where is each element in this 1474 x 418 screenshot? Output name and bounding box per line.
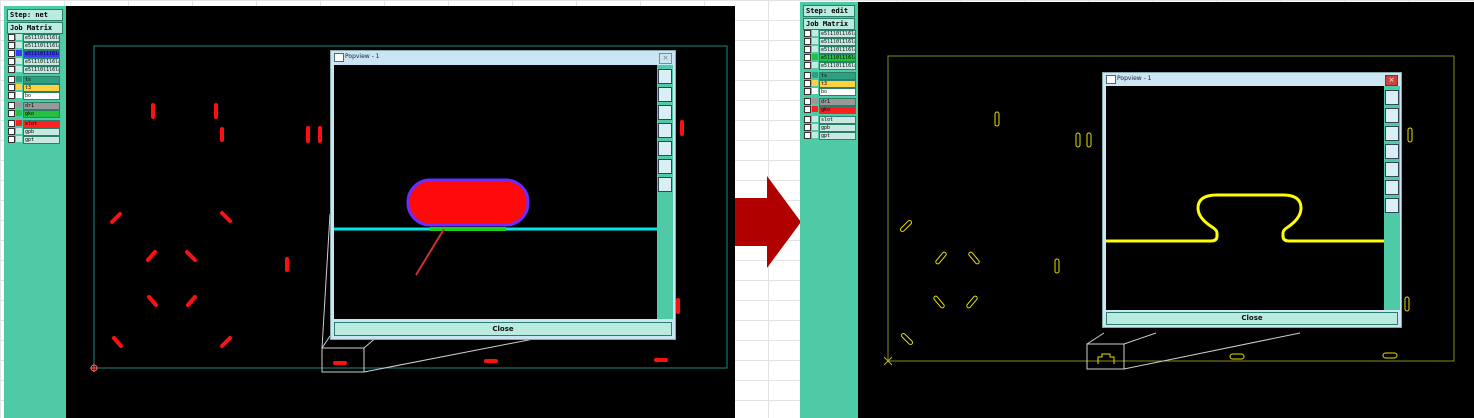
zoom-region-indicator	[1086, 332, 1301, 370]
slot	[933, 295, 945, 309]
popview-tool-icon[interactable]	[1385, 198, 1399, 213]
slot	[900, 332, 914, 346]
slot	[1075, 132, 1081, 148]
popview-tool-icon[interactable]	[1385, 126, 1399, 141]
zoomed-slot-view	[1106, 193, 1384, 243]
popview-canvas	[1106, 86, 1384, 310]
window-icon	[1106, 75, 1116, 84]
slot	[1407, 127, 1413, 143]
zoomed-slot-shape	[1097, 353, 1115, 364]
after-screenshot: Step: edit Job Matrix ... e5l1l0l1l6làøe…	[800, 2, 1474, 418]
window-close-icon[interactable]: ×	[1385, 75, 1398, 86]
slot	[899, 219, 913, 233]
popview-toolbar	[1384, 86, 1400, 310]
zoomed-slot-outline	[1106, 193, 1384, 243]
popview-tool-icon[interactable]	[1385, 108, 1399, 123]
popview-tool-icon[interactable]	[1385, 162, 1399, 177]
slot	[1086, 132, 1092, 148]
slot	[935, 251, 947, 265]
slot	[1229, 353, 1245, 360]
slot	[1382, 352, 1398, 359]
popview-tool-icon[interactable]	[1385, 180, 1399, 195]
slot	[1404, 296, 1410, 312]
close-button[interactable]: Close	[1106, 312, 1398, 325]
window-title: Popview - 1	[1117, 75, 1152, 82]
popview-tool-icon[interactable]	[1385, 90, 1399, 105]
popview-tool-icon[interactable]	[1385, 144, 1399, 159]
popview-window: Popview - 1 × Close	[1102, 72, 1402, 328]
slot	[994, 111, 1000, 127]
slot	[966, 295, 978, 309]
slot	[968, 251, 980, 265]
slot	[1054, 258, 1060, 274]
